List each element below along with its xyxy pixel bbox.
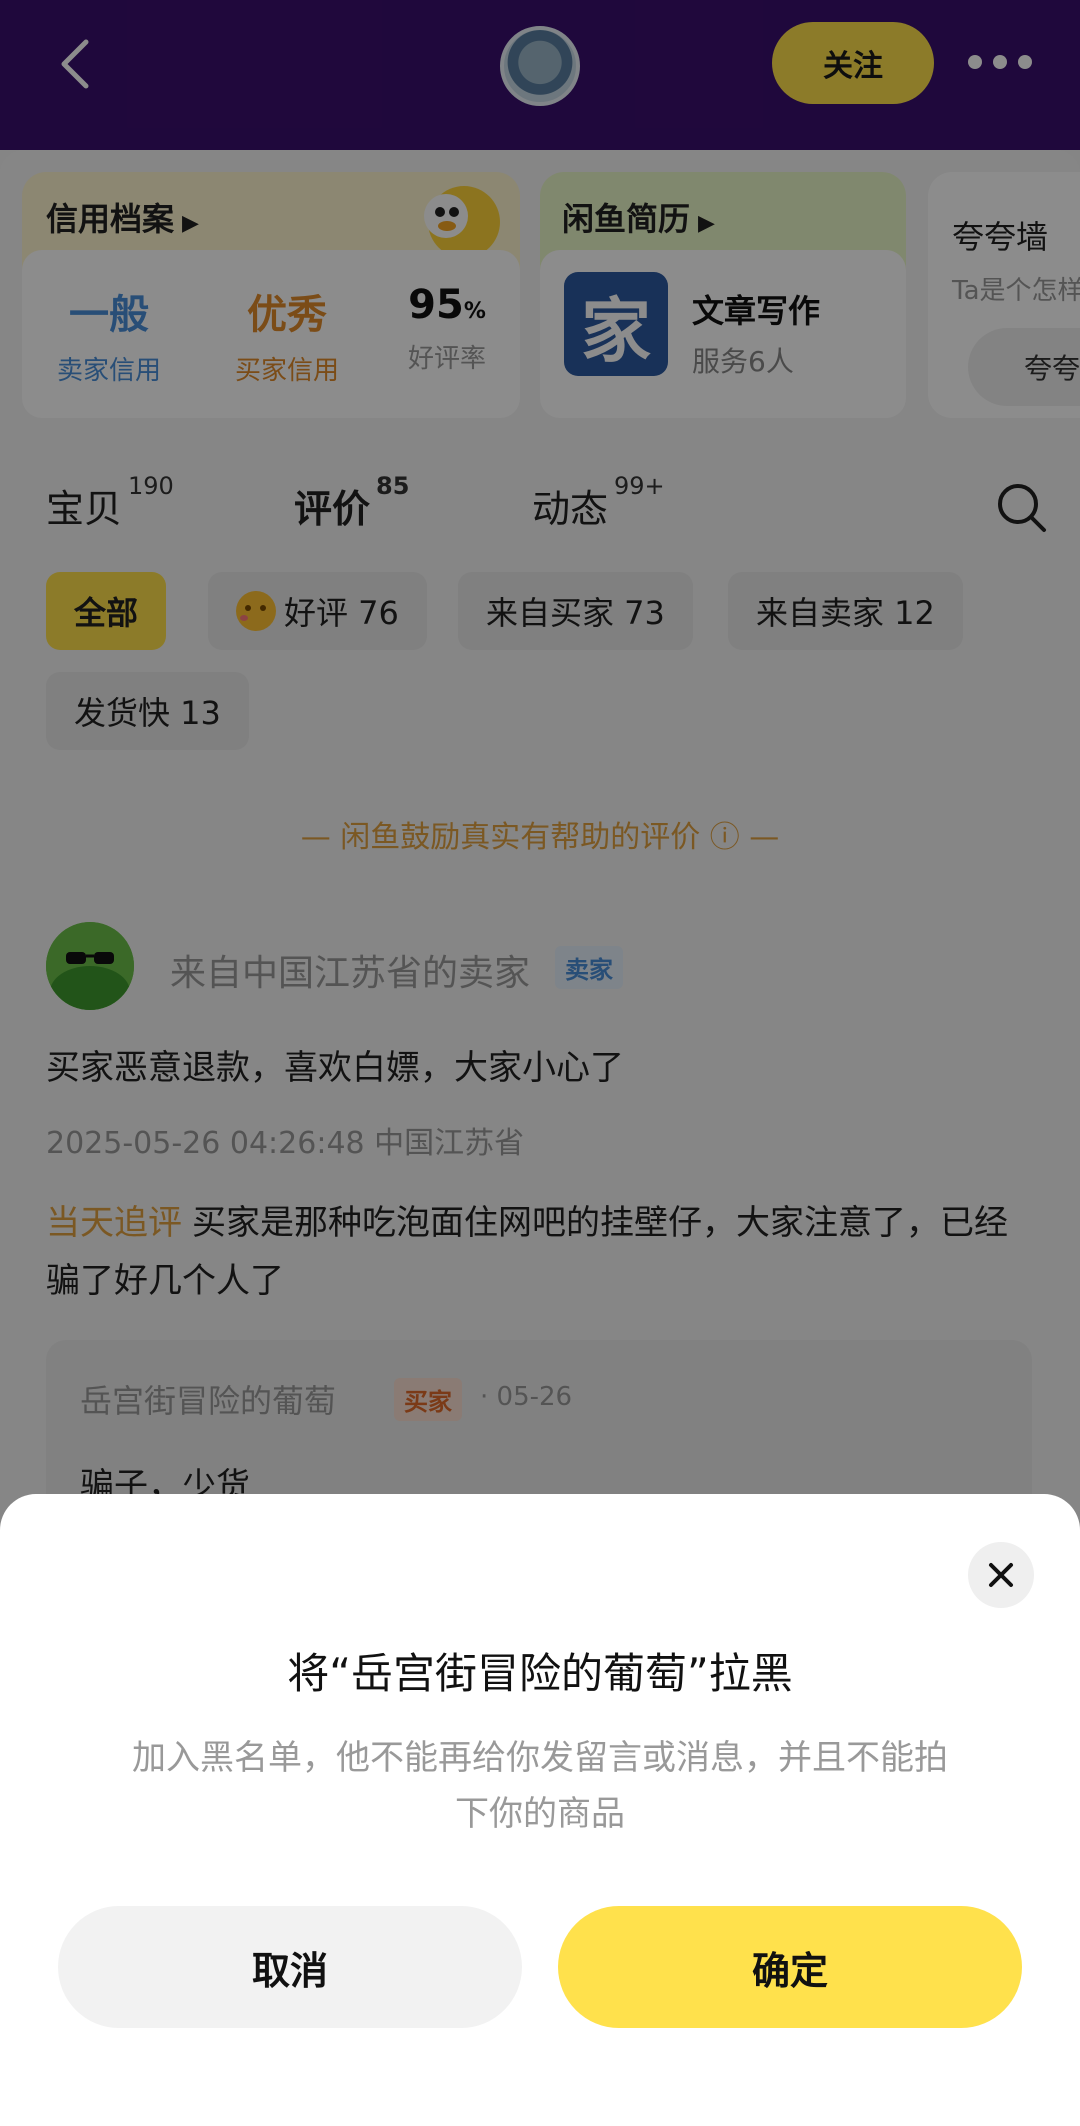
cancel-button[interactable]: 取消 bbox=[58, 1906, 522, 2028]
dialog-description: 加入黑名单，他不能再给你发留言或消息，并且不能拍下你的商品 bbox=[132, 1738, 948, 1834]
block-dialog: 将“岳宫街冒险的葡萄”拉黑 加入黑名单，他不能再给你发留言或消息，并且不能拍下你… bbox=[0, 1494, 1080, 2126]
confirm-button[interactable]: 确定 bbox=[558, 1906, 1022, 2028]
dialog-title: 将“岳宫街冒险的葡萄”拉黑 bbox=[287, 1649, 793, 1698]
close-icon[interactable] bbox=[968, 1542, 1034, 1608]
